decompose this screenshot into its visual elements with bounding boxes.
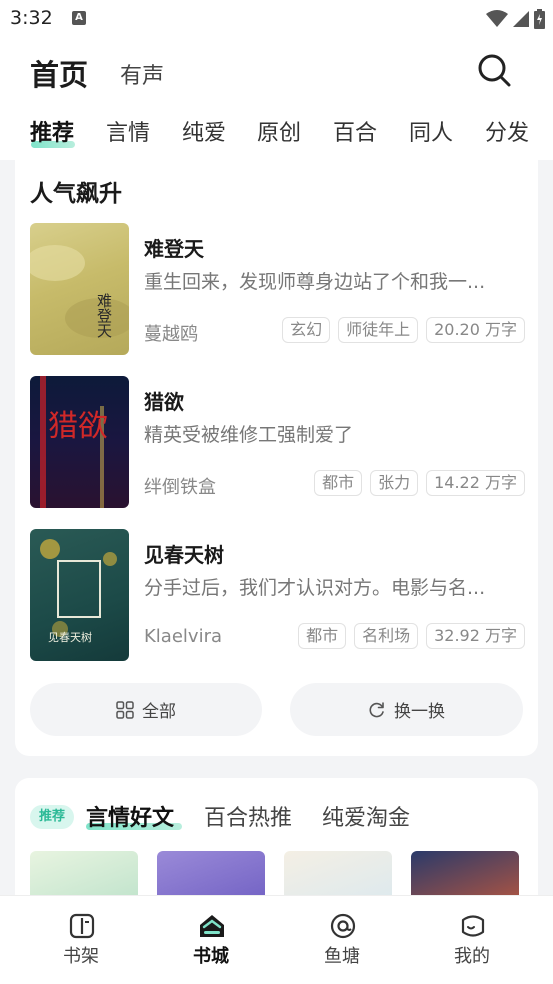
- book-item[interactable]: 难登天 难登天 重生回来，发现师尊身边站了个和我一... 蔓越鸥 玄幻 师徒年上…: [30, 223, 525, 355]
- pond-icon: [330, 913, 356, 939]
- notification-icon: A: [72, 11, 86, 25]
- tab-romance[interactable]: 言情: [106, 115, 150, 147]
- store-icon: [200, 915, 224, 937]
- book-title: 见春天树: [144, 543, 224, 567]
- battery-icon: [534, 9, 545, 29]
- book-item[interactable]: 猎欲 猎欲 精英受被维修工强制爱了 绊倒铁盒 都市 张力 14.22 万字: [30, 376, 525, 508]
- page-title[interactable]: 首页: [30, 52, 88, 94]
- refresh-button[interactable]: 换一换: [290, 683, 523, 736]
- cover-title: 难登天: [95, 293, 113, 338]
- tab-recommend[interactable]: 推荐: [30, 115, 74, 147]
- nav-bookshelf[interactable]: 书架: [41, 896, 121, 984]
- word-count: 14.22 万字: [426, 470, 525, 496]
- nav-pond[interactable]: 鱼塘: [302, 896, 382, 984]
- nav-me[interactable]: 我的: [432, 896, 512, 984]
- nav-label: 我的: [454, 946, 490, 967]
- cover-title: 见春天树: [48, 630, 92, 644]
- tab-romance-picks[interactable]: 言情好文: [86, 800, 174, 832]
- status-bar: 3:32 A: [0, 0, 553, 38]
- book-tags: 都市 名利场 32.92 万字: [298, 623, 525, 649]
- tag: 玄幻: [282, 317, 331, 343]
- word-count: 32.92 万字: [426, 623, 525, 649]
- tag: 师徒年上: [338, 317, 419, 343]
- book-tags: 都市 张力 14.22 万字: [314, 470, 525, 496]
- wifi-icon: [486, 10, 508, 27]
- book-desc: 精英受被维修工强制爱了: [144, 424, 354, 446]
- status-time: 3:32: [10, 7, 53, 29]
- search-icon[interactable]: [474, 50, 514, 90]
- book-author: 蔓越鸥: [144, 324, 198, 345]
- tab-pure-love-gold[interactable]: 纯爱淘金: [322, 800, 410, 832]
- section-title: 人气飙升: [30, 181, 122, 207]
- grid-icon: [116, 700, 134, 719]
- cover-title: 猎欲: [48, 409, 108, 444]
- audio-tab[interactable]: 有声: [120, 58, 164, 90]
- profile-icon: [461, 915, 485, 937]
- status-icons: [486, 8, 545, 30]
- book-desc: 分手过后，我们才认识对方。电影与名...: [144, 577, 486, 599]
- book-title: 难登天: [144, 237, 204, 261]
- nav-label: 书架: [63, 946, 99, 967]
- book-item[interactable]: 见春天树 见春天树 分手过后，我们才认识对方。电影与名... Klaelvira…: [30, 529, 525, 661]
- book-desc: 重生回来，发现师尊身边站了个和我一...: [144, 271, 486, 293]
- category-tabs: 推荐 言情 纯爱 原创 百合 同人 分发: [0, 115, 553, 155]
- book-tags: 玄幻 师徒年上 20.20 万字: [282, 317, 525, 343]
- view-all-button[interactable]: 全部: [30, 683, 262, 736]
- tab-lily[interactable]: 百合: [333, 115, 377, 147]
- tag: 都市: [298, 623, 347, 649]
- tab-pure-love[interactable]: 纯爱: [182, 115, 226, 147]
- cover-art: 见春天树: [40, 539, 117, 644]
- refresh-icon: [369, 701, 384, 717]
- book-author: Klaelvira: [144, 626, 222, 647]
- tab-original[interactable]: 原创: [257, 115, 301, 147]
- rising-card: 人气飙升 难登天 难登天 重生回来，发现师尊身边站了个和我一... 蔓越鸥 玄幻…: [15, 150, 538, 756]
- bottom-nav: 书架 书城 鱼塘 我的: [0, 895, 553, 984]
- cover-art: 猎欲: [40, 376, 108, 508]
- book-icon: [69, 913, 95, 939]
- book-cover: 猎欲: [30, 376, 129, 508]
- recommend-badge: 推荐: [30, 805, 74, 829]
- signal-icon: [513, 11, 529, 27]
- book-cover: 见春天树: [30, 529, 129, 661]
- header: 首页 有声 推荐 言情 纯爱 原创 百合 同人 分发: [0, 38, 553, 160]
- word-count: 20.20 万字: [426, 317, 525, 343]
- book-title: 猎欲: [144, 390, 184, 414]
- book-cover: 难登天: [30, 223, 129, 355]
- nav-label: 书城: [193, 946, 229, 967]
- cover-art: 难登天: [30, 245, 129, 338]
- tag: 都市: [314, 470, 363, 496]
- tag: 名利场: [354, 623, 419, 649]
- refresh-label: 换一换: [394, 702, 445, 722]
- tag: 张力: [370, 470, 419, 496]
- tab-distribute[interactable]: 分发: [485, 115, 529, 147]
- view-all-label: 全部: [142, 702, 176, 722]
- nav-bookstore[interactable]: 书城: [171, 896, 251, 984]
- nav-label: 鱼塘: [324, 946, 360, 967]
- tab-fanfic[interactable]: 同人: [409, 115, 453, 147]
- tab-lily-hot[interactable]: 百合热推: [204, 800, 292, 832]
- book-author: 绊倒铁盒: [144, 477, 216, 498]
